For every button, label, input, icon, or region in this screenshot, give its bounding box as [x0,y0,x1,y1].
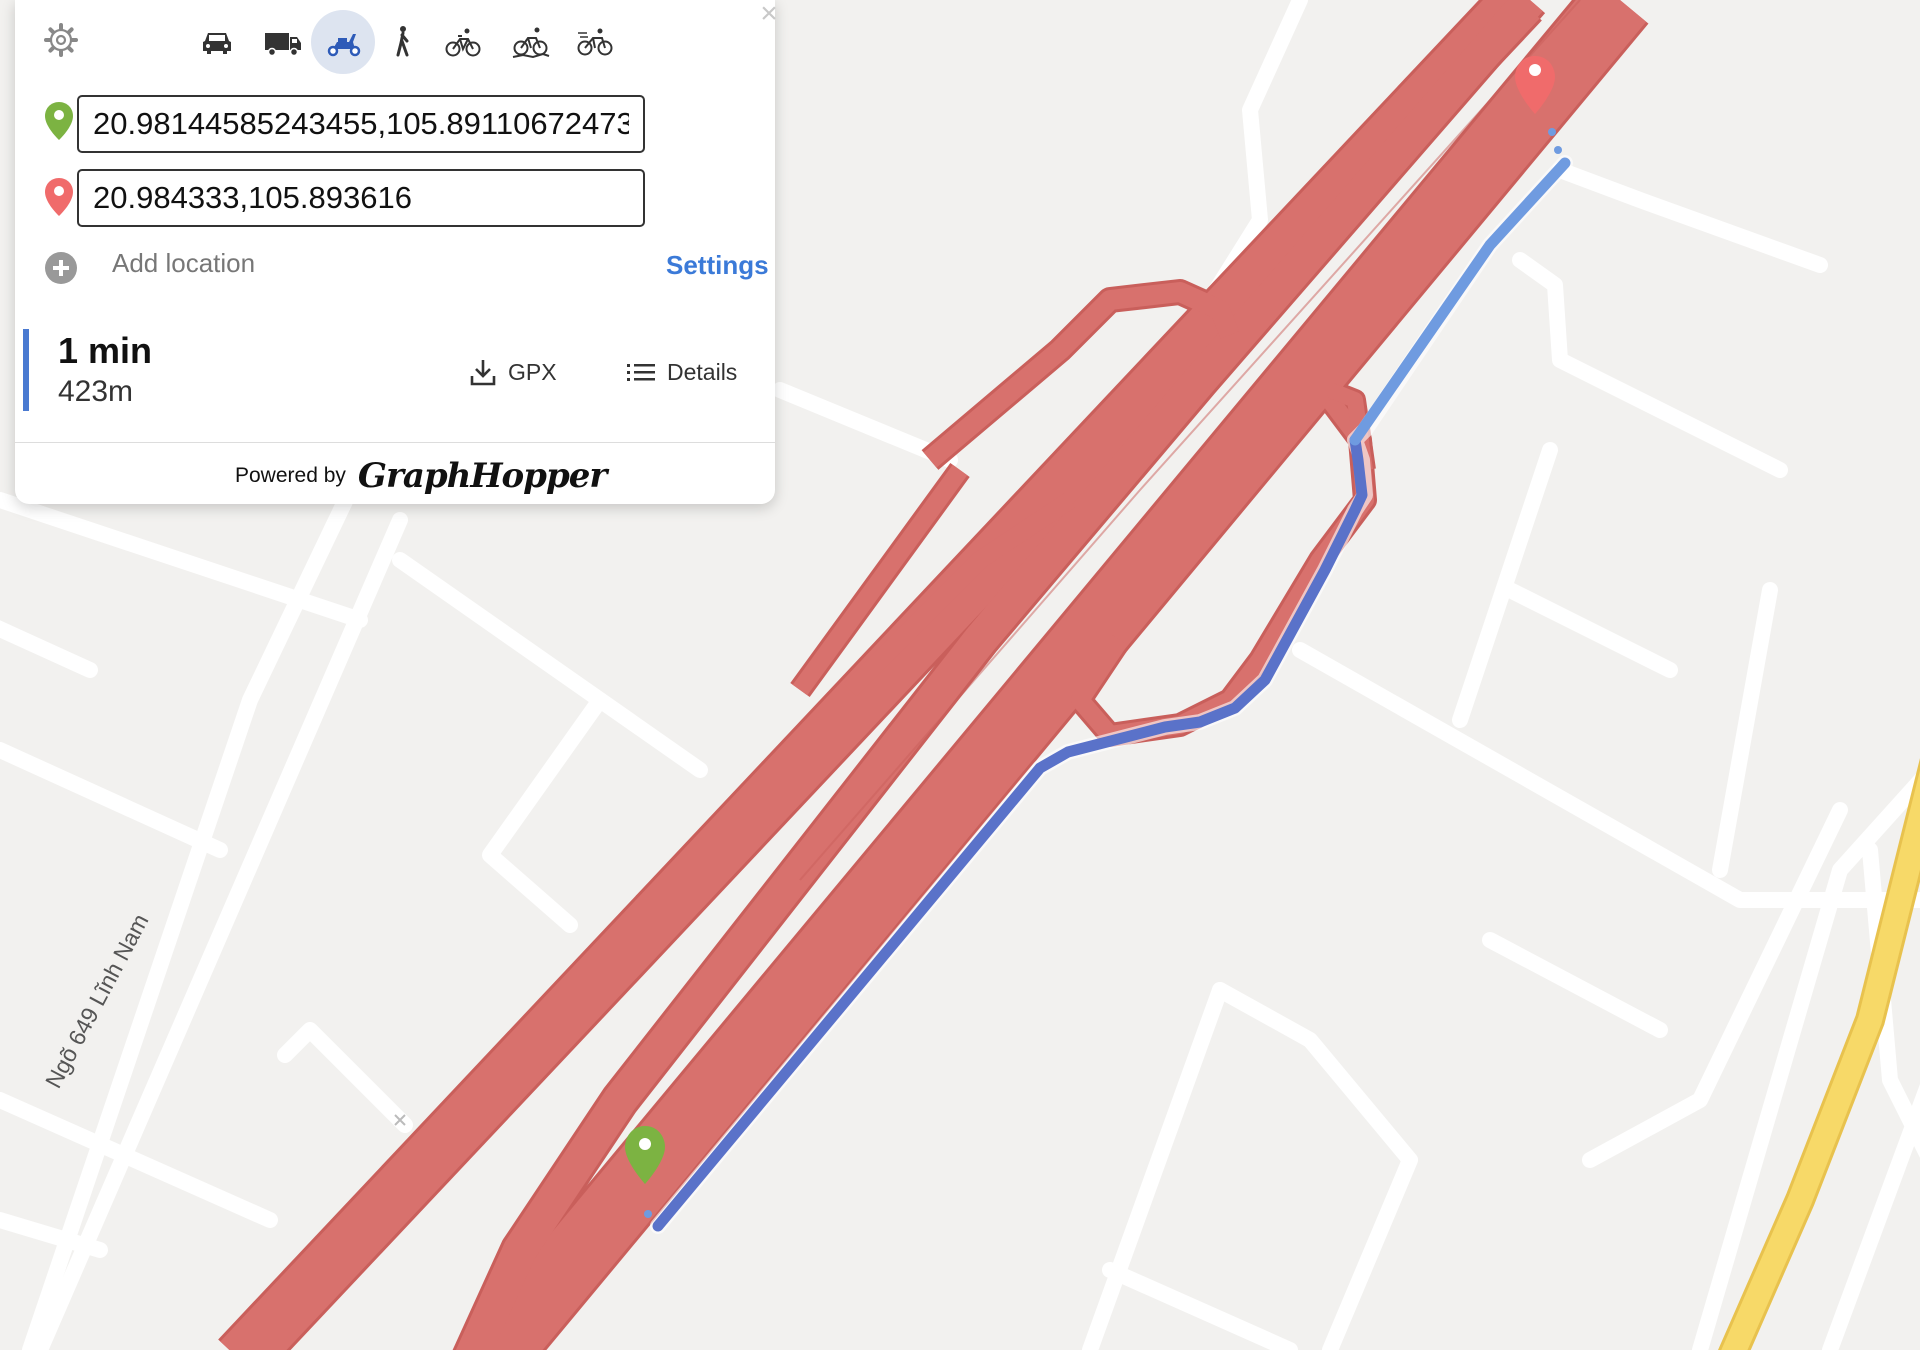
panel-divider [15,442,775,443]
list-icon [627,364,655,381]
powered-by-link[interactable]: Powered by GraphHopper [235,456,607,496]
bike-icon [445,28,481,57]
mountain-bike-icon [512,27,550,59]
details-label: Details [667,358,738,385]
start-pin-icon [45,102,73,140]
walk-icon [396,26,409,57]
routing-panel: × 20.98144585243455,105.89110672473909 2… [15,0,778,504]
car-button[interactable] [185,10,249,74]
mountain-bike-button[interactable] [499,10,563,74]
end-location-input[interactable] [77,169,645,227]
add-location-label[interactable]: Add location [112,248,255,279]
racing-bike-button[interactable] [563,10,627,74]
gpx-download-button[interactable]: GPX [470,352,557,392]
truck-icon [265,33,301,57]
car-icon [203,33,231,54]
scooter-icon [327,34,361,57]
bike-button[interactable] [431,10,495,74]
powered-by-label: Powered by [235,464,346,487]
gear-icon[interactable] [43,22,79,58]
graphhopper-logo: GraphHopper [357,456,607,496]
end-pin-icon [45,178,73,216]
route-distance: 423m [58,375,134,408]
scooter-button[interactable] [311,10,375,74]
start-location-input[interactable] [77,95,645,153]
walk-button[interactable] [371,10,435,74]
truck-button[interactable] [251,10,315,74]
download-icon [470,360,496,386]
gpx-label: GPX [508,358,557,385]
settings-link[interactable]: Settings [666,250,769,281]
add-location-icon[interactable] [45,252,77,284]
racing-bike-icon [577,28,613,56]
route-indicator-bar [23,329,29,411]
route-duration: 1 min [58,330,153,371]
close-icon[interactable]: × [757,0,781,29]
details-button[interactable]: Details [627,352,737,392]
